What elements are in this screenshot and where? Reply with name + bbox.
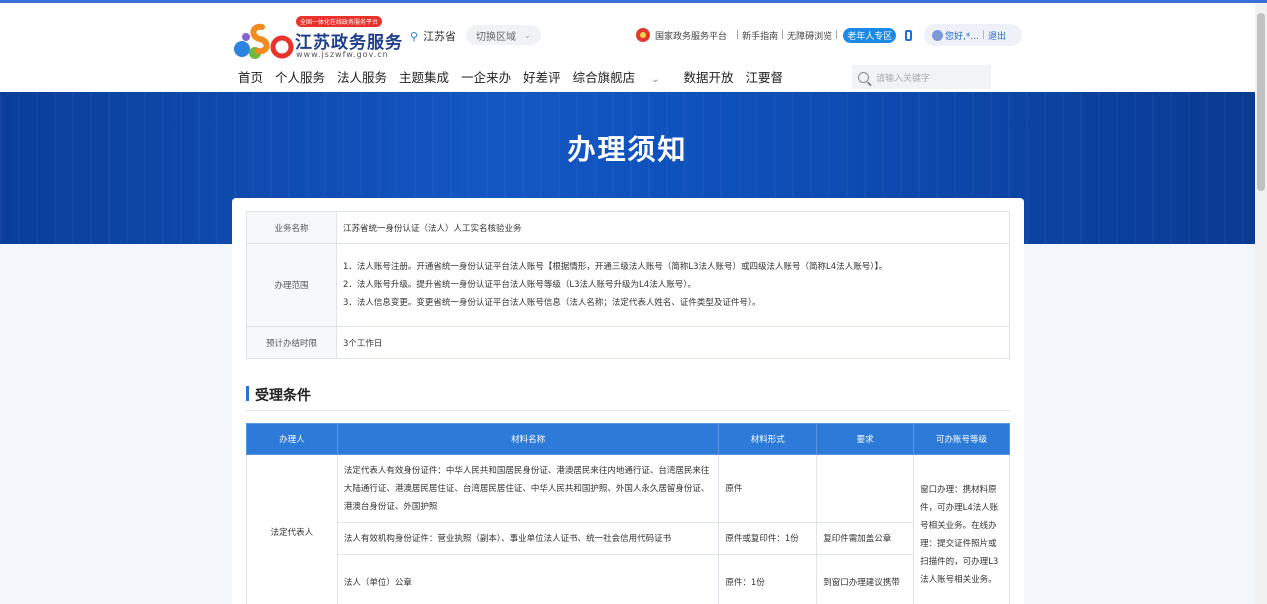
site-header: 全国一体化在线政务服务平台 江苏政务服务 www.jszwfw.gov.cn ⚲… xyxy=(0,3,1255,92)
material-name: 法人有效机构身份证件：营业执照（副本）、事业单位法人证书、统一社会信用代码证书 xyxy=(336,522,720,555)
divider: | xyxy=(835,30,839,40)
table-row: 法人（单位）公章 原件：1份 到窗口办理建议携带 xyxy=(247,554,1010,604)
divider: | xyxy=(981,30,985,40)
nav-item-flagship[interactable]: 综合旗舰店 ⌄ xyxy=(573,67,672,86)
nav-item-flagship-label: 综合旗舰店 xyxy=(572,70,636,85)
material-form: 原件：1份 xyxy=(718,554,818,604)
nav-item-personal[interactable]: 个人服务 xyxy=(275,67,325,86)
national-emblem-icon xyxy=(636,28,650,42)
scope-value: 1．法人账号注册。开通省统一身份认证平台法人账号【根据情形，开通三级法人账号（简… xyxy=(336,243,1010,327)
nav-item-enterprise[interactable]: 一企来办 xyxy=(461,67,511,86)
switch-region-label: 切换区域 xyxy=(476,31,516,43)
name-label: 业务名称 xyxy=(246,211,337,244)
table-row: 预计办结时限 3个工作日 xyxy=(246,326,1010,359)
main-nav: 首页 个人服务 法人服务 主题集成 一企来办 好差评 综合旗舰店 ⌄ 数据开放 … xyxy=(238,67,795,86)
logo-mark-icon xyxy=(234,23,294,59)
table-row: 业务名称 江苏省统一身份认证（法人）人工实名核验业务 xyxy=(246,211,1010,244)
column-header: 可办账号等级 xyxy=(913,423,1010,455)
material-requirement xyxy=(816,454,915,523)
search-icon[interactable] xyxy=(858,71,869,83)
chevron-down-icon: ⌄ xyxy=(524,30,531,40)
handler-cell: 法定代表人 xyxy=(246,454,338,604)
user-greeting[interactable]: 您好,*... xyxy=(945,29,979,42)
top-links: 国家政务服务平台 | 新手指南 | 无障碍浏览 | 老年人专区 xyxy=(636,25,922,45)
mobile-icon[interactable] xyxy=(905,29,913,41)
table-row: 法定代表人 法定代表人有效身份证件：中华人民共和国居民身份证、港澳居民来往内地通… xyxy=(246,454,1010,604)
page-title: 办理须知 xyxy=(567,133,688,166)
location: ⚲ 江苏省 xyxy=(410,28,456,44)
material-requirement: 到窗口办理建议携带 xyxy=(816,554,915,604)
column-header: 要求 xyxy=(816,423,915,455)
accessible-link[interactable]: 无障碍浏览 xyxy=(787,29,832,42)
scrollbar[interactable] xyxy=(1255,3,1267,604)
location-pin-icon: ⚲ xyxy=(410,29,419,43)
scope-item: 1．法人账号注册。开通省统一身份认证平台法人账号【根据情形，开通三级法人账号（简… xyxy=(343,262,888,272)
scrollbar-thumb[interactable] xyxy=(1257,13,1265,191)
time-label: 预计办结时限 xyxy=(246,326,337,359)
nav-item-home[interactable]: 首页 xyxy=(238,67,263,86)
scope-label: 办理范围 xyxy=(246,243,337,327)
material-form: 原件或复印件：1份 xyxy=(718,522,818,555)
user-menu[interactable]: 您好,*... | 退出 xyxy=(924,24,1022,46)
search-box[interactable]: 请输入关键字 xyxy=(852,65,991,89)
material-name: 法定代表人有效身份证件：中华人民共和国居民身份证、港澳居民来往内地通行证、台湾居… xyxy=(336,454,720,523)
time-value: 3个工作日 xyxy=(336,326,1010,359)
column-header: 办理人 xyxy=(246,423,338,455)
table-row: 办理范围 1．法人账号注册。开通省统一身份认证平台法人账号【根据情形，开通三级法… xyxy=(246,243,1010,327)
section-title: 受理条件 xyxy=(255,388,311,404)
material-requirement: 复印件需加盖公章 xyxy=(816,522,915,555)
info-table: 业务名称 江苏省统一身份认证（法人）人工实名核验业务 办理范围 1．法人账号注册… xyxy=(246,211,1010,359)
section-accent-bar xyxy=(246,386,249,401)
logo-url: www.jszwfw.gov.cn xyxy=(296,50,389,59)
name-value: 江苏省统一身份认证（法人）人工实名核验业务 xyxy=(336,211,1010,244)
guide-link[interactable]: 新手指南 xyxy=(742,29,778,42)
logo-badge: 全国一体化在线政务服务平台 xyxy=(296,16,383,27)
scope-item: 3．法人信息变更。变更省统一身份认证平台法人账号信息（法人名称；法定代表人姓名、… xyxy=(343,298,761,308)
material-form: 原件 xyxy=(718,454,818,523)
nav-item-supervision[interactable]: 江要督 xyxy=(746,67,784,86)
divider: | xyxy=(781,30,785,40)
national-platform-link[interactable]: 国家政务服务平台 xyxy=(655,29,727,42)
column-header: 材料形式 xyxy=(718,423,818,455)
nav-item-legal[interactable]: 法人服务 xyxy=(337,67,387,86)
search-input[interactable]: 请输入关键字 xyxy=(876,71,930,84)
chevron-down-icon: ⌄ xyxy=(651,74,660,85)
materials-table: 办理人 材料名称 材料形式 要求 可办账号等级 法定代表人 法定代表人有效身份证… xyxy=(246,423,1010,604)
column-header: 材料名称 xyxy=(336,423,720,455)
nav-item-rating[interactable]: 好差评 xyxy=(523,67,561,86)
table-row: 法人有效机构身份证件：营业执照（副本）、事业单位法人证书、统一社会信用代码证书 … xyxy=(247,522,1010,555)
content-card: 业务名称 江苏省统一身份认证（法人）人工实名核验业务 办理范围 1．法人账号注册… xyxy=(232,198,1024,604)
site-logo[interactable]: 全国一体化在线政务服务平台 江苏政务服务 www.jszwfw.gov.cn xyxy=(232,15,407,61)
user-avatar-icon xyxy=(932,29,943,41)
account-level-cell: 窗口办理：携材料原件，可办理L4法人账号相关业务。在线办理：提交证件照片或扫描件… xyxy=(913,454,1010,604)
nav-item-theme[interactable]: 主题集成 xyxy=(399,67,449,86)
divider: | xyxy=(736,30,740,40)
location-province: 江苏省 xyxy=(423,30,457,43)
elder-zone-button[interactable]: 老年人专区 xyxy=(843,27,897,43)
scope-item: 2．法人账号升级。提升省统一身份认证平台法人账号等级（L3法人账号升级为L4法人… xyxy=(343,280,696,290)
logout-link[interactable]: 退出 xyxy=(988,29,1006,42)
nav-item-open-data[interactable]: 数据开放 xyxy=(683,67,733,86)
table-header-row: 办理人 材料名称 材料形式 要求 可办账号等级 xyxy=(246,423,1010,455)
material-name: 法人（单位）公章 xyxy=(336,554,720,604)
switch-region-button[interactable]: 切换区域 ⌄ xyxy=(466,25,541,45)
section-header: 受理条件 xyxy=(246,385,1010,411)
